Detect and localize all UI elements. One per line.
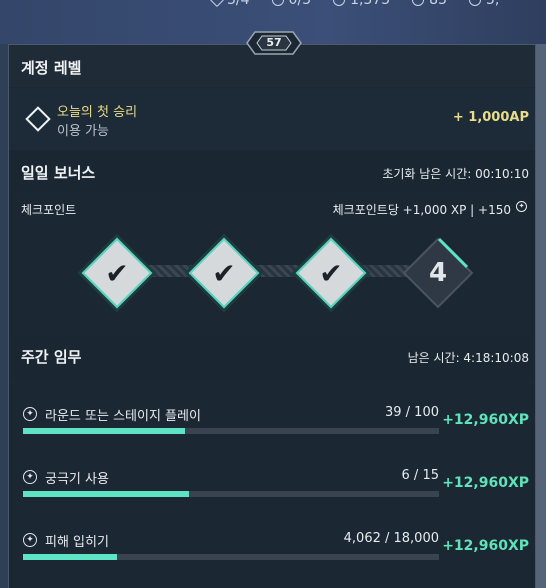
quest-row[interactable]: ✦ 피해 입히기 4,062 / 18,000 +12,960XP xyxy=(9,523,535,583)
account-level-badge: 57 xyxy=(245,30,303,56)
quest-reward: +12,960XP xyxy=(442,538,529,554)
currency-bar: 3/4 0/3 1,375 85 5, xyxy=(209,0,500,8)
currency-item: 85 xyxy=(412,0,447,8)
quest-name: 피해 입히기 xyxy=(45,535,109,550)
quest-progress-text: 39 / 100 xyxy=(385,405,439,420)
checkpoint-1: ✔ xyxy=(81,237,153,309)
checkpoint-progress-accent xyxy=(437,237,469,269)
quest-name: 라운드 또는 스테이지 플레이 xyxy=(45,409,201,424)
quest-row[interactable]: ✦ 라운드 또는 스테이지 플레이 39 / 100 +12,960XP xyxy=(9,397,535,457)
quest-progress-fill xyxy=(23,428,186,434)
quest-star-icon: ✦ xyxy=(23,470,37,484)
checkpoint-reward: 체크포인트당 +1,000 XP | +150 xyxy=(332,203,511,217)
checkmark-icon: ✔ xyxy=(105,256,129,290)
weekly-missions-header: 주간 임무 남은 시간: 4:18:10:08 xyxy=(9,335,535,379)
first-win-row[interactable]: 오늘의 첫 승리 이용 가능 + 1,000AP xyxy=(9,88,535,150)
diamond-currency-icon xyxy=(209,0,225,8)
circle-currency-icon xyxy=(271,0,284,6)
quest-name: 궁극기 사용 xyxy=(45,472,109,487)
quest-reward: +12,960XP xyxy=(442,475,529,491)
background-left xyxy=(0,44,8,588)
currency-item: 5, xyxy=(468,0,500,8)
daily-reset-timer: 초기화 남은 시간: 00:10:10 xyxy=(382,167,529,181)
currency-item: 0/3 xyxy=(271,0,312,8)
daily-bonus-title: 일일 보너스 xyxy=(21,164,96,182)
checkpoint-track xyxy=(109,265,439,277)
quest-progress-fill xyxy=(23,554,117,560)
quest-reward: +12,960XP xyxy=(442,412,529,428)
progress-panel: 계정 레벨 오늘의 첫 승리 이용 가능 + 1,000AP 일일 보너스 초기… xyxy=(8,44,536,588)
currency-value: 1,375 xyxy=(350,0,391,8)
first-win-diamond-icon xyxy=(25,106,51,132)
quest-progress-bar xyxy=(23,491,439,497)
quest-star-icon: ✦ xyxy=(23,533,37,547)
radianite-icon xyxy=(412,0,425,6)
first-win-status: 이용 가능 xyxy=(57,124,109,139)
first-win-title: 오늘의 첫 승리 xyxy=(57,105,138,120)
currency-item: 1,375 xyxy=(333,0,390,8)
quest-progress-text: 6 / 15 xyxy=(401,468,439,483)
quest-progress-bar xyxy=(23,554,439,560)
quest-row[interactable]: ✦ 궁극기 사용 6 / 15 +12,960XP xyxy=(9,460,535,520)
account-level-number: 57 xyxy=(266,36,282,49)
account-level-title: 계정 레벨 xyxy=(21,59,82,77)
currency-value: 0/3 xyxy=(288,0,312,8)
checkpoint-label: 체크포인트 xyxy=(21,203,77,217)
quest-progress-fill xyxy=(23,491,190,497)
quest-progress-bar xyxy=(23,428,439,434)
currency-item: 3/4 xyxy=(209,0,250,8)
background-right xyxy=(536,44,546,588)
first-win-reward: + 1,000AP xyxy=(452,110,529,125)
coin-icon xyxy=(333,0,346,6)
currency-value: 3/4 xyxy=(227,0,250,8)
checkmark-icon: ✔ xyxy=(319,256,343,290)
checkpoint-2: ✔ xyxy=(188,237,260,309)
xp-token-icon: ✦ xyxy=(516,201,527,212)
currency-value: 85 xyxy=(429,0,447,8)
daily-bonus-header: 일일 보너스 초기화 남은 시간: 00:10:10 xyxy=(9,151,535,191)
checkmark-icon: ✔ xyxy=(212,256,236,290)
weekly-missions-title: 주간 임무 xyxy=(21,348,82,366)
currency-value: 5, xyxy=(485,0,500,8)
quest-star-icon: ✦ xyxy=(23,407,37,421)
point-icon xyxy=(468,0,481,6)
weekly-remaining-timer: 남은 시간: 4:18:10:08 xyxy=(407,351,529,365)
checkpoint-3: ✔ xyxy=(295,237,367,309)
quest-progress-text: 4,062 / 18,000 xyxy=(343,531,439,546)
